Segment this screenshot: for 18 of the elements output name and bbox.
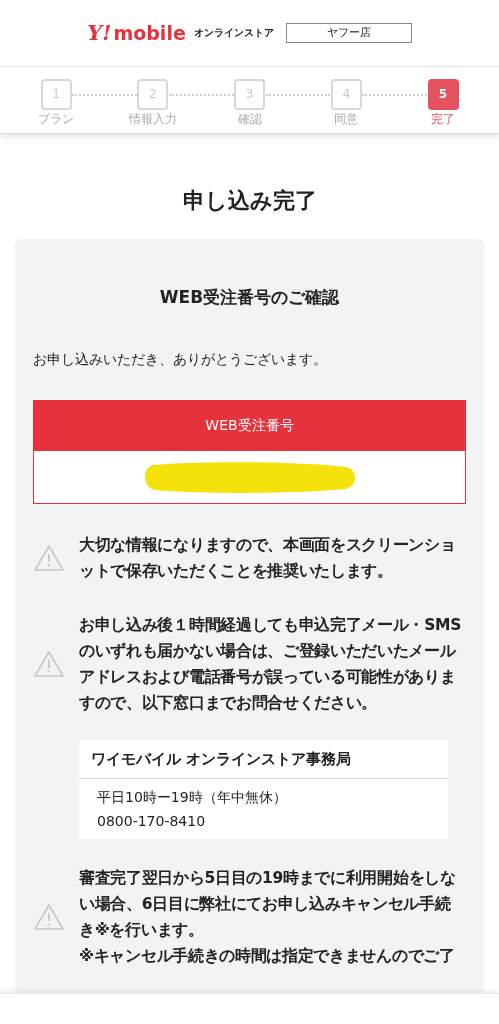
notice-text: 大切な情報になりますので、本画面をスクリーンショットで保存いただくことを推奨いたします。 bbox=[79, 534, 457, 582]
order-number-label: WEB受注番号 bbox=[34, 400, 465, 451]
notice-text: お申し込み後１時間経過しても申込完了メール・SMSのいずれも届かない場合は、ご登録いただいたメールアドレスおよび電話番号が誤っている可能性がありますので、以下窓口までお問合せください。 bbox=[79, 614, 462, 714]
contact-name: ワイモバイル オンラインストア事務局 bbox=[79, 739, 448, 779]
page-title: 申し込み完了 bbox=[181, 187, 318, 215]
warning-icon bbox=[33, 543, 65, 572]
thanks-text: お申し込みいただき、ありがとうございます。 bbox=[33, 349, 328, 369]
warning-icon bbox=[33, 903, 65, 931]
step: 5 完了 bbox=[421, 78, 465, 128]
contact-hours: 平日10時ー19時（年中無休） bbox=[97, 788, 288, 807]
warning-icon bbox=[33, 649, 65, 678]
card-title: WEB受注番号のご確認 bbox=[158, 286, 341, 309]
notice-text: 審査完了翌日から5日目の19時までに利用開始をしない場合、6日目に弊社にてお申し込みキャンセル手続き※を行います。 bbox=[79, 868, 457, 941]
store-label: オンラインストア bbox=[193, 26, 274, 41]
contact-phone: 0800-170-8410 bbox=[97, 812, 207, 831]
logo[interactable]: Y!mobile bbox=[87, 17, 186, 49]
shop-label: ヤフー店 bbox=[285, 22, 412, 43]
notice-text: ※キャンセル手続きの時間は指定できませんのでご了 bbox=[79, 946, 456, 967]
